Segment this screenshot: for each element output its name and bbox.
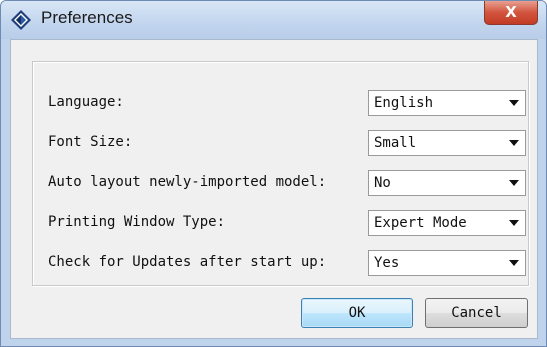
title-bar[interactable]: Preferences X [1,1,546,39]
auto-layout-value: No [374,175,391,191]
language-select[interactable]: English [368,90,526,116]
printing-window-type-value: Expert Mode [374,215,467,231]
printing-window-type-row: Printing Window Type: Expert Mode [48,210,528,236]
check-updates-label: Check for Updates after start up: [48,254,327,270]
app-diamond-icon [11,10,31,30]
dropdown-arrow-icon [509,100,519,106]
printing-window-type-label: Printing Window Type: [48,214,226,230]
auto-layout-row: Auto layout newly-imported model: No [48,170,528,196]
font-size-select[interactable]: Small [368,130,526,156]
cancel-button[interactable]: Cancel [425,298,528,328]
language-label: Language: [48,94,124,110]
dropdown-arrow-icon [509,180,519,186]
ok-button[interactable]: OK [301,298,413,328]
check-updates-row: Check for Updates after start up: Yes [48,250,528,276]
check-updates-value: Yes [374,255,400,271]
font-size-row: Font Size: Small [48,130,528,156]
dropdown-arrow-icon [509,260,519,266]
check-updates-select[interactable]: Yes [368,250,526,276]
printing-window-type-select[interactable]: Expert Mode [368,210,526,236]
close-button[interactable]: X [484,1,538,25]
dropdown-arrow-icon [509,220,519,226]
auto-layout-select[interactable]: No [368,170,526,196]
auto-layout-label: Auto layout newly-imported model: [48,174,327,190]
settings-group: Language: English Font Size: Small Auto … [32,61,529,286]
preferences-dialog: Preferences X Language: English Font Siz… [0,0,547,347]
dialog-body: Language: English Font Size: Small Auto … [10,39,538,339]
language-row: Language: English [48,90,528,116]
font-size-label: Font Size: [48,134,133,150]
dropdown-arrow-icon [509,140,519,146]
window-title: Preferences [41,8,133,27]
font-size-value: Small [374,135,417,151]
language-value: English [374,95,434,111]
